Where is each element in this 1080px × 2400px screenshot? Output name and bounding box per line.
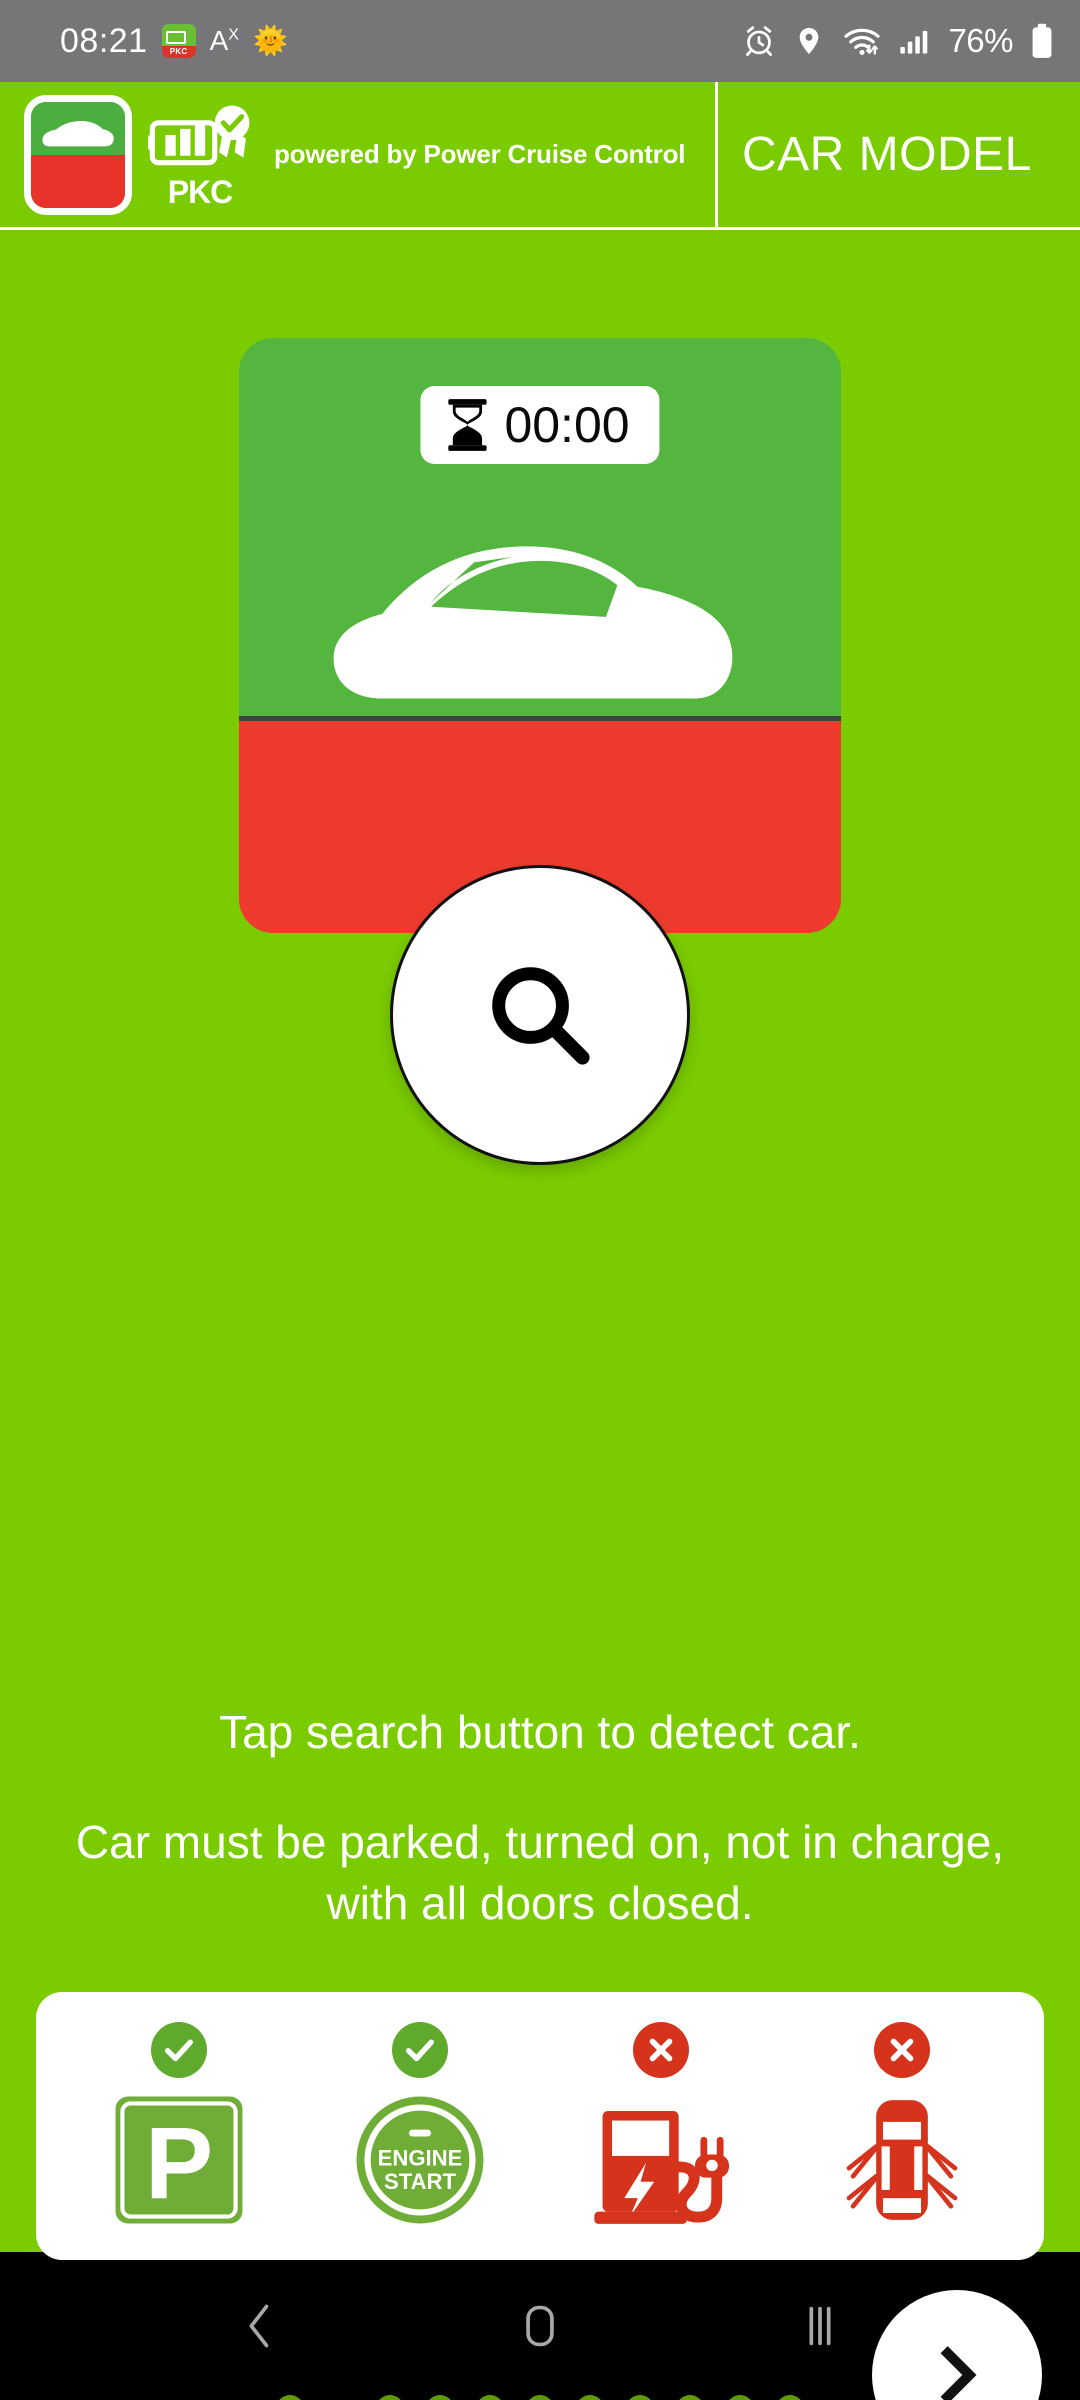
- text-size-letter: A: [209, 25, 229, 56]
- cross-icon: [873, 2022, 930, 2078]
- instruction-text-block: Tap search button to detect car. Car mus…: [0, 1705, 1080, 1934]
- car-doors-open-icon: [827, 2090, 977, 2230]
- svg-text:START: START: [384, 2169, 456, 2194]
- condition-engine-start: ENGINE START: [320, 2022, 520, 2230]
- page-title: CAR MODEL: [742, 128, 1032, 181]
- car-detect-card-top: 00:00: [239, 338, 841, 721]
- page-dot[interactable]: [376, 2395, 404, 2400]
- chevron-right-icon: [940, 2346, 977, 2400]
- nav-home-button[interactable]: [480, 2266, 600, 2386]
- page-dot[interactable]: [626, 2395, 654, 2400]
- pkc-battery-badge-icon: [148, 104, 250, 165]
- text-size-exponent: X: [228, 26, 239, 44]
- recents-icon: [809, 2306, 831, 2346]
- status-bar-left: 08:21 PKC AX 🌞: [60, 22, 288, 61]
- signal-bars-icon: [899, 27, 931, 55]
- page-dot[interactable]: [726, 2395, 754, 2400]
- detection-timer-value: 00:00: [504, 397, 630, 453]
- page-dot[interactable]: [576, 2395, 604, 2400]
- app-header-bar: PKC powered by Power Cruise Control CAR …: [0, 82, 1080, 230]
- app-header-branding: PKC powered by Power Cruise Control: [0, 82, 718, 227]
- pkc-notification-icon-top: [161, 24, 196, 46]
- pkc-notification-icon: PKC: [161, 24, 196, 58]
- pkc-app-logo: [24, 94, 132, 215]
- status-bar-right: 76%: [742, 22, 1054, 60]
- car-silhouette-icon: [333, 546, 733, 699]
- back-icon: [249, 2304, 269, 2348]
- app-header-title-area: CAR MODEL: [718, 127, 1080, 182]
- battery-glyph: [165, 31, 186, 44]
- page-dot[interactable]: [426, 2395, 454, 2400]
- pkc-app-logo-top: [31, 101, 125, 155]
- engine-start-button-icon: ENGINE START: [351, 2090, 489, 2230]
- page-dot[interactable]: [676, 2395, 704, 2400]
- powered-by-tagline: powered by Power Cruise Control: [274, 139, 686, 169]
- battery-percent-label: 76%: [948, 22, 1013, 59]
- conditions-card: P ENGINE START: [36, 1992, 1044, 2260]
- page-dot[interactable]: [476, 2395, 504, 2400]
- search-button[interactable]: [390, 865, 690, 1165]
- detection-timer: 00:00: [420, 386, 660, 464]
- pkc-logo-block: PKC: [148, 102, 252, 208]
- svg-text:P: P: [144, 2107, 212, 2221]
- check-glyph: [164, 2039, 193, 2062]
- svg-text:ENGINE: ENGINE: [377, 2146, 462, 2171]
- car-detect-card: 00:00: [239, 338, 841, 933]
- text-size-indicator-icon: AX: [210, 25, 239, 57]
- battery-icon: [1030, 23, 1054, 59]
- page-dot[interactable]: [276, 2395, 304, 2400]
- check-icon: [150, 2022, 207, 2078]
- home-icon: [526, 2305, 554, 2347]
- status-bar: 08:21 PKC AX 🌞 76%: [0, 0, 1080, 82]
- ev-charger-icon: [586, 2090, 736, 2230]
- condition-doors-closed: [802, 2022, 1002, 2230]
- wifi-icon: [842, 25, 882, 57]
- magnifier-icon: [492, 967, 590, 1065]
- nav-back-button[interactable]: [200, 2266, 320, 2386]
- parking-sign-icon: P: [110, 2090, 248, 2230]
- location-pin-icon: [793, 25, 825, 57]
- instruction-line-1: Tap search button to detect car.: [219, 1706, 861, 1758]
- car-side-icon: [42, 120, 114, 146]
- condition-parking: P: [79, 2022, 279, 2230]
- page-dot[interactable]: [776, 2395, 804, 2400]
- main-content: 00:00 Tap search button to detect car. C…: [0, 230, 1080, 2400]
- alarm-icon: [742, 24, 776, 58]
- check-icon: [391, 2022, 448, 2078]
- pkc-wordmark: PKC: [167, 173, 234, 210]
- page-dot[interactable]: [526, 2395, 554, 2400]
- status-bar-clock: 08:21: [60, 21, 148, 60]
- cross-glyph: [890, 2038, 913, 2062]
- nav-recents-button[interactable]: [760, 2266, 880, 2386]
- page-dot-active[interactable]: [326, 2395, 354, 2400]
- hourglass-icon: [448, 399, 487, 451]
- cross-icon: [632, 2022, 689, 2078]
- condition-not-charging: [561, 2022, 761, 2230]
- cross-glyph: [649, 2038, 672, 2062]
- pkc-notification-icon-label: PKC: [161, 46, 196, 58]
- pkc-app-logo-bottom: [31, 154, 125, 208]
- phone-screen: 08:21 PKC AX 🌞 76% PKC powered by Power …: [0, 0, 1080, 2400]
- sun-emoji-icon: 🌞: [252, 25, 288, 56]
- instruction-line-2: Car must be parked, turned on, not in ch…: [75, 1816, 1005, 1929]
- check-glyph: [405, 2039, 434, 2062]
